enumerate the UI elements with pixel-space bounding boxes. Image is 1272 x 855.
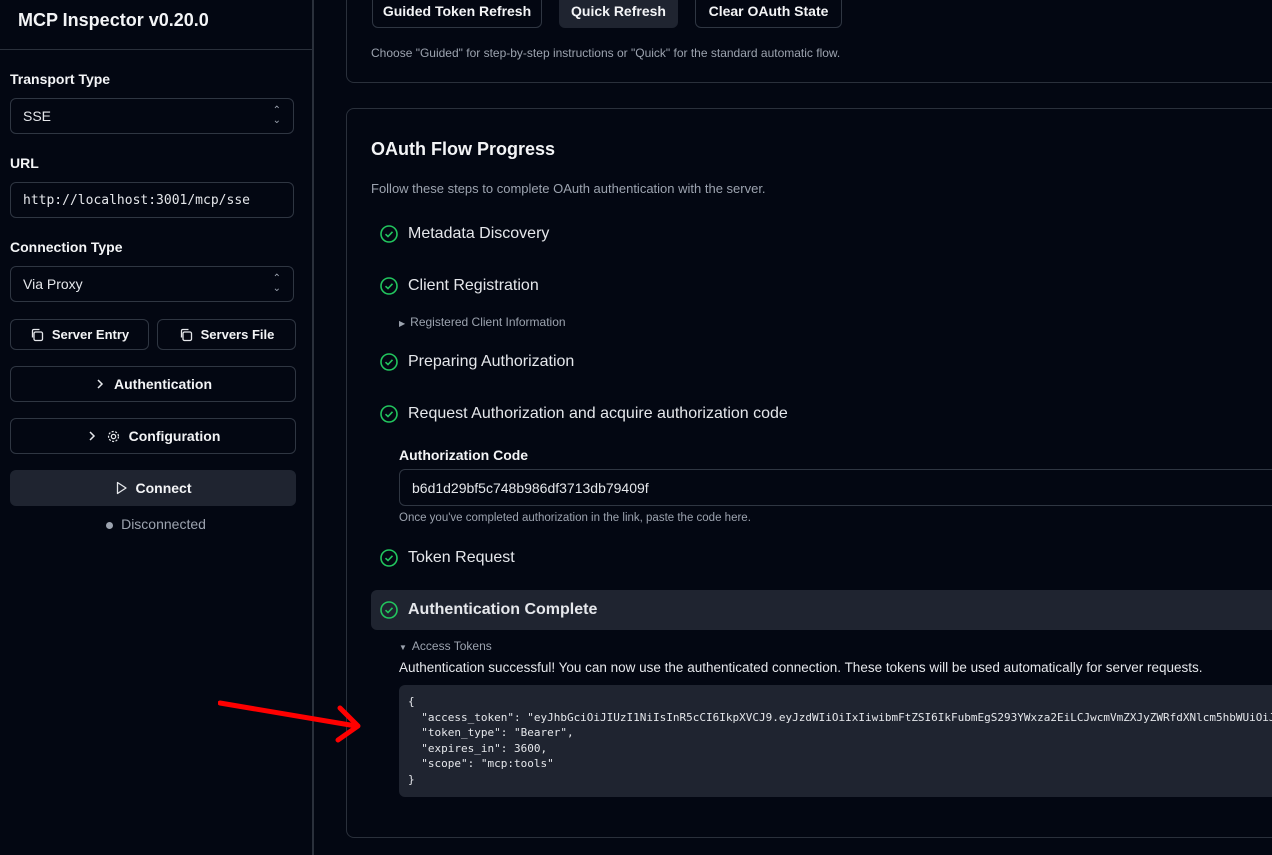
access-tokens-label: Access Tokens [411, 639, 492, 653]
connection-type-value: Via Proxy [23, 276, 83, 292]
authentication-label: Authentication [114, 376, 212, 392]
select-chevrons-icon: ⌃ ⌄ [272, 105, 281, 126]
check-circle-icon [380, 353, 398, 371]
app-title: MCP Inspector v0.20.0 [18, 10, 209, 30]
authorization-code-input[interactable]: b6d1d29bf5c748b986df3713db79409f [399, 469, 1272, 506]
authorization-code-hint: Once you've completed authorization in t… [399, 512, 751, 524]
step-label: Token Request [408, 549, 515, 566]
servers-file-label: Servers File [200, 327, 275, 342]
connect-button[interactable]: Connect [10, 470, 296, 506]
step-label: Preparing Authorization [408, 353, 575, 370]
url-input[interactable]: http://localhost:3001/mcp/sse [10, 182, 294, 218]
step-token-request: Token Request [371, 538, 515, 578]
chevron-right-icon [97, 379, 104, 389]
url-value: http://localhost:3001/mcp/sse [23, 192, 250, 208]
step-label: Metadata Discovery [408, 225, 550, 242]
connection-status: Disconnected [0, 516, 312, 532]
registered-client-info-toggle[interactable]: ▶ Registered Client Information [399, 315, 566, 329]
connection-type-select[interactable]: Via Proxy ⌃ ⌄ [10, 266, 294, 302]
step-request-authorization: Request Authorization and acquire author… [371, 394, 788, 434]
url-label: URL [10, 155, 39, 171]
authorization-code-label: Authorization Code [399, 447, 529, 463]
step-metadata-discovery: Metadata Discovery [371, 214, 549, 254]
step-authentication-complete: Authentication Complete [371, 590, 1272, 630]
triangle-down-icon: ▼ [399, 643, 407, 652]
step-label: Authentication Complete [408, 601, 598, 618]
chevron-right-icon [89, 431, 95, 441]
guided-token-refresh-button[interactable]: Guided Token Refresh [372, 0, 542, 28]
connect-label: Connect [135, 480, 192, 496]
check-circle-icon [380, 549, 398, 567]
registered-client-info-label: Registered Client Information [410, 315, 566, 329]
annotation-arrow-icon [218, 700, 361, 743]
status-text: Disconnected [121, 516, 206, 532]
check-circle-icon [380, 601, 398, 619]
oauth-flow-title: OAuth Flow Progress [371, 139, 556, 159]
connection-type-label: Connection Type [10, 239, 123, 255]
step-label: Request Authorization and acquire author… [408, 405, 788, 422]
authorization-code-value: b6d1d29bf5c748b986df3713db79409f [412, 479, 649, 496]
refresh-hint: Choose "Guided" for step-by-step instruc… [371, 46, 841, 60]
authentication-success-text: Authentication successful! You can now u… [399, 660, 1203, 675]
check-circle-icon [380, 405, 398, 423]
copy-icon [31, 328, 43, 341]
status-dot [106, 521, 114, 529]
sidebar-divider [0, 49, 312, 50]
oauth-flow-subtitle: Follow these steps to complete OAuth aut… [371, 181, 766, 196]
transport-type-select[interactable]: SSE ⌃ ⌄ [10, 98, 294, 134]
step-preparing-authorization: Preparing Authorization [371, 342, 574, 382]
copy-icon [180, 328, 192, 341]
main-content: Guided Token Refresh Quick Refresh Clear… [314, 0, 1272, 855]
transport-type-value: SSE [23, 108, 52, 124]
clear-oauth-state-button[interactable]: Clear OAuth State [695, 0, 842, 28]
check-circle-icon [380, 277, 398, 295]
step-label: Client Registration [408, 277, 539, 294]
check-circle-icon [380, 225, 398, 243]
play-icon [116, 481, 127, 495]
triangle-right-icon: ▶ [399, 319, 406, 328]
access-token-json: { "access_token": "eyJhbGciOiJIUzI1NiIsI… [399, 685, 1272, 797]
access-tokens-toggle[interactable]: ▼ Access Tokens [399, 639, 492, 653]
server-entry-label: Server Entry [51, 327, 130, 342]
quick-refresh-button[interactable]: Quick Refresh [559, 0, 678, 28]
authentication-button[interactable]: Authentication [10, 366, 296, 402]
step-client-registration: Client Registration [371, 266, 539, 306]
oauth-flow-card: OAuth Flow Progress Follow these steps t… [346, 108, 1272, 838]
server-entry-button[interactable]: Server Entry [10, 319, 149, 350]
select-chevrons-icon: ⌃ ⌄ [272, 273, 281, 294]
configuration-button[interactable]: Configuration [10, 418, 296, 454]
gear-icon [107, 430, 119, 442]
token-refresh-card: Guided Token Refresh Quick Refresh Clear… [346, 0, 1272, 83]
configuration-label: Configuration [128, 428, 221, 444]
servers-file-button[interactable]: Servers File [157, 319, 296, 350]
transport-type-label: Transport Type [10, 71, 111, 87]
